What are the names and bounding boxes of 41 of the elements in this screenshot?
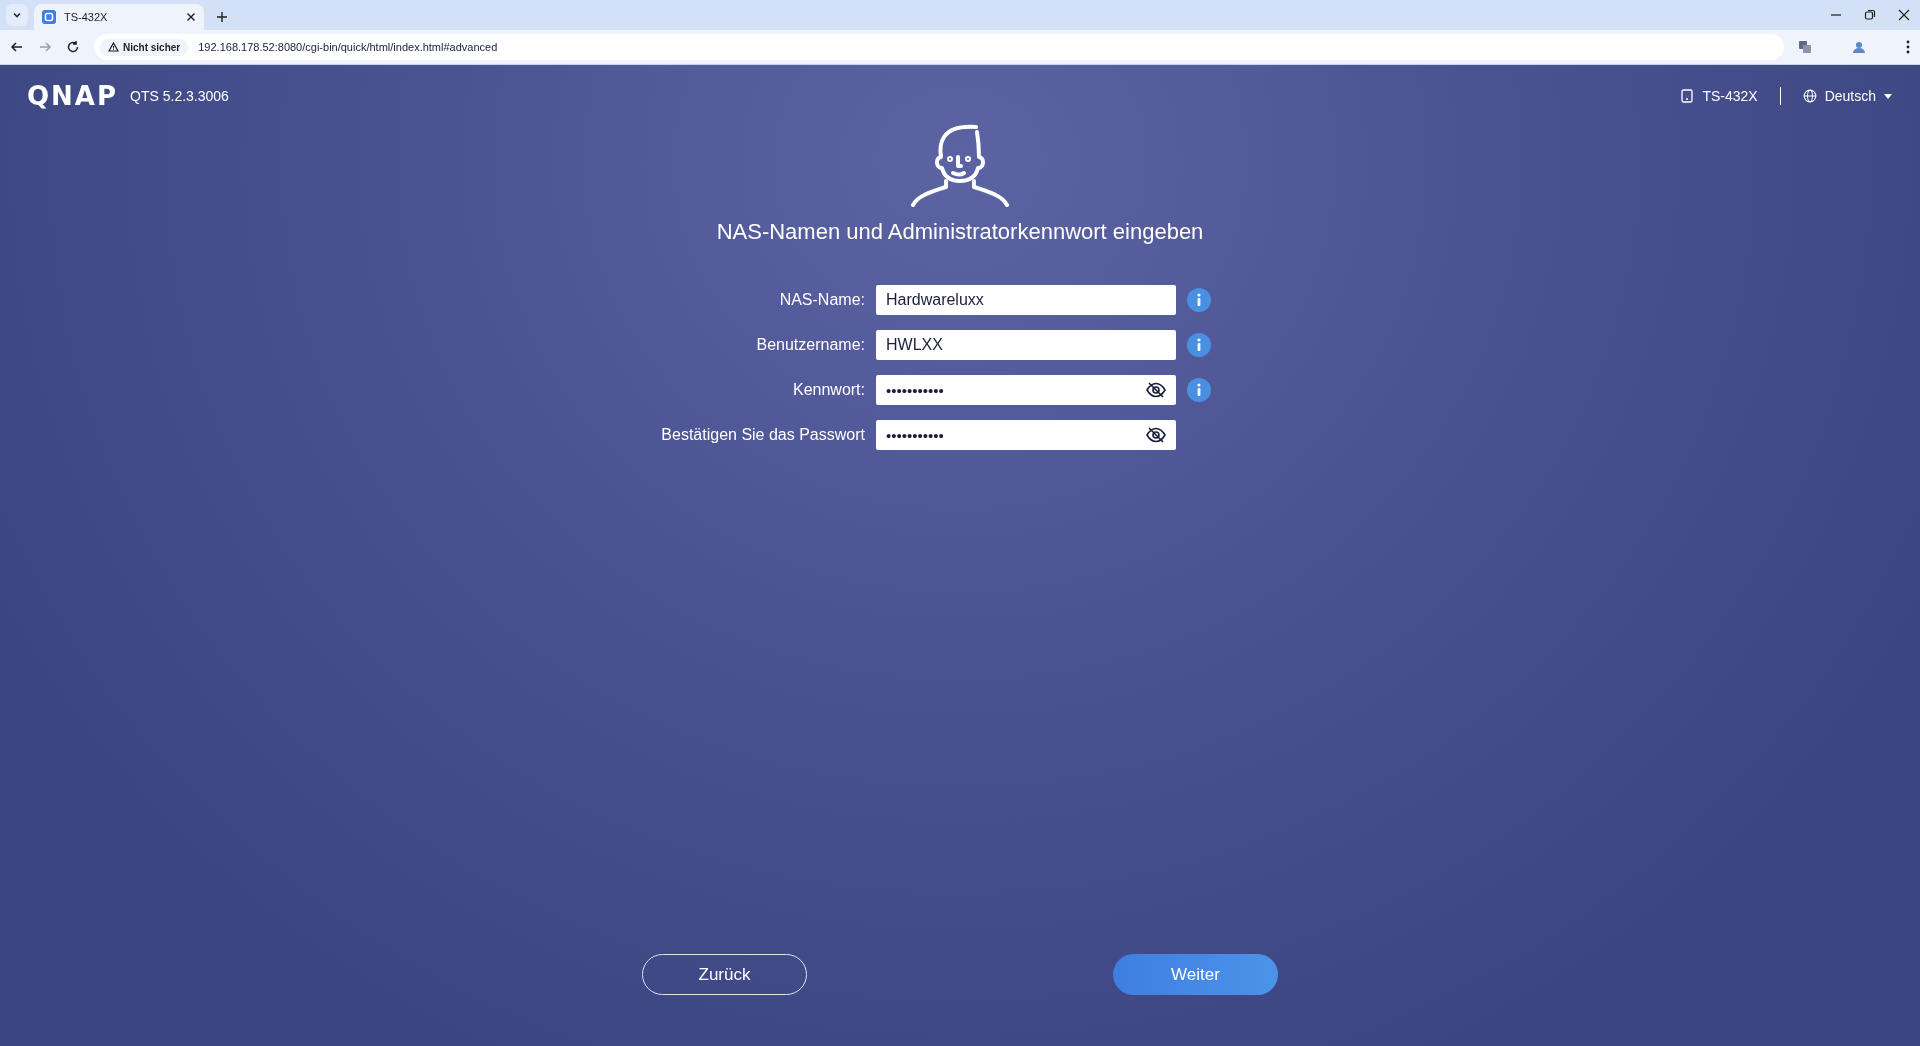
reload-icon[interactable] — [66, 40, 80, 54]
device-icon — [1680, 89, 1695, 103]
address-bar[interactable]: Nicht sicher 192.168.178.52:8080/cgi-bin/quick/html/index.html#advanced — [94, 34, 1784, 60]
field-label: NAS-Name: — [778, 291, 865, 309]
info-icon[interactable] — [1187, 288, 1211, 312]
user-silhouette-icon — [908, 123, 1012, 207]
info-icon[interactable] — [1187, 333, 1211, 357]
chevron-down-icon — [12, 10, 22, 20]
field-label: Benutzername: — [755, 336, 865, 354]
tab-list-button[interactable] — [6, 4, 28, 26]
translate-icon[interactable] — [1798, 40, 1812, 54]
security-chip[interactable]: Nicht sicher — [100, 38, 189, 56]
logo: QNAP — [27, 81, 119, 111]
info-icon[interactable] — [1187, 378, 1211, 402]
caret-icon — [1884, 93, 1892, 99]
eye-slash-icon[interactable] — [1146, 382, 1166, 398]
more-icon[interactable] — [1906, 40, 1910, 54]
language-selector[interactable]: Deutsch — [1802, 88, 1892, 104]
restore-icon[interactable] — [1864, 9, 1876, 21]
page-title: NAS-Namen und Administratorkennwort eingeben — [716, 219, 1204, 245]
field-label: Kennwort: — [791, 381, 865, 399]
close-icon[interactable] — [186, 12, 196, 22]
eye-slash-icon[interactable] — [1146, 427, 1166, 443]
close-icon[interactable] — [1898, 9, 1910, 21]
text-field[interactable]: Hardwareluxx — [876, 285, 1176, 315]
warning-icon — [108, 42, 119, 52]
text-field[interactable]: HWLXX — [876, 330, 1176, 360]
browser-tab[interactable]: TS-432X — [34, 4, 204, 30]
globe-icon — [1802, 89, 1817, 103]
site-icon — [42, 10, 56, 24]
next-button[interactable]: Weiter — [1113, 954, 1278, 995]
version-label: QTS 5.2.3.3006 — [130, 88, 229, 104]
tab-title: TS-432X — [64, 11, 109, 23]
new-tab-icon[interactable] — [216, 11, 228, 23]
password-field[interactable]: ••••••••••• — [876, 420, 1176, 450]
device-name: TS-432X — [1702, 88, 1758, 104]
password-field[interactable]: ••••••••••• — [876, 375, 1176, 405]
profile-icon[interactable] — [1852, 40, 1866, 54]
field-label: Bestätigen Sie das Passwort — [660, 426, 865, 444]
url-text: 192.168.178.52:8080/cgi-bin/quick/html/index.html#advanced — [198, 41, 498, 53]
back-arrow-icon[interactable] — [10, 40, 24, 54]
